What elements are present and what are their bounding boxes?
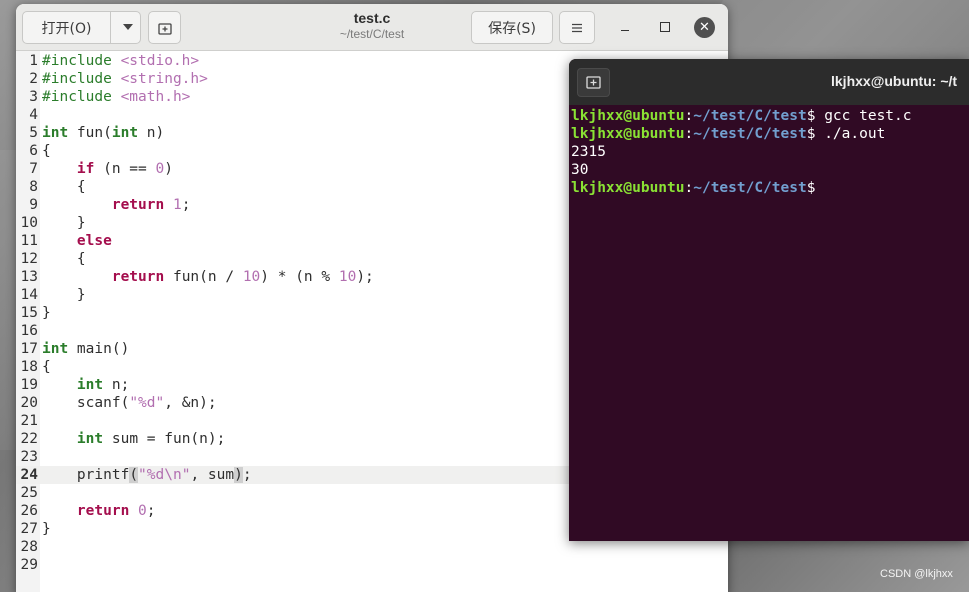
command-text: $ <box>806 180 825 196</box>
line-number: 8 <box>29 179 38 195</box>
window-title: test.c ~/test/C/test <box>266 10 478 41</box>
code-text: else <box>76 233 112 249</box>
line-number: 20 <box>20 395 38 411</box>
new-tab-icon <box>586 76 601 89</box>
line-number: 23 <box>20 449 38 465</box>
line-number: 16 <box>20 323 38 339</box>
new-tab-button[interactable] <box>148 11 181 44</box>
line-number: 10 <box>20 215 38 231</box>
code-text: int n; <box>76 377 130 393</box>
prompt-separator: : <box>684 180 694 196</box>
code-text: return fun(n / 10) * (n % 10); <box>111 269 374 285</box>
line-number: 1 <box>29 53 38 69</box>
line-number: 6 <box>29 143 38 159</box>
code-text: #include <math.h> <box>42 89 191 105</box>
minimize-icon[interactable] <box>616 18 634 36</box>
code-text: int main() <box>42 341 130 357</box>
new-tab-icon <box>157 22 172 35</box>
line-number: 26 <box>20 503 38 519</box>
terminal-headerbar: lkjhxx@ubuntu: ~/t <box>569 59 969 105</box>
prompt-user: lkjhxx@ubuntu <box>571 108 685 124</box>
prompt-separator: : <box>684 108 694 124</box>
line-number: 7 <box>29 161 38 177</box>
terminal-line: lkjhxx@ubuntu:~/test/C/test$ gcc test.c <box>571 107 969 125</box>
line-number: 11 <box>20 233 38 249</box>
terminal-line: 30 <box>571 162 589 178</box>
code-text: if (n == 0) <box>76 161 173 177</box>
prompt-user: lkjhxx@ubuntu <box>571 180 685 196</box>
code-text: int sum = fun(n); <box>76 431 226 447</box>
code-text: } <box>42 215 86 231</box>
line-number: 21 <box>20 413 38 429</box>
save-button[interactable]: 保存(S) <box>471 11 553 44</box>
code-text: return 0; <box>76 503 156 519</box>
open-button-label: 打开(O) <box>41 20 92 37</box>
line-number: 18 <box>20 359 38 375</box>
command-text: $ gcc test.c <box>806 108 912 124</box>
code-text: int fun(int n) <box>42 125 165 141</box>
terminal-output[interactable]: lkjhxx@ubuntu:~/test/C/test$ gcc test.c l… <box>571 107 969 197</box>
code-text: { <box>42 143 51 159</box>
gedit-headerbar: 打开(O) test.c ~/test/C/test 保存(S) ✕ <box>16 4 728 51</box>
line-number: 9 <box>29 197 38 213</box>
line-number: 14 <box>20 287 38 303</box>
line-number: 5 <box>29 125 38 141</box>
line-number: 22 <box>20 431 38 447</box>
line-number: 12 <box>20 251 38 267</box>
line-number: 29 <box>20 557 38 573</box>
line-number: 4 <box>29 107 38 123</box>
prompt-path: ~/test/C/test <box>693 126 807 142</box>
line-number: 13 <box>20 269 38 285</box>
hamburger-menu-button[interactable] <box>559 11 595 44</box>
terminal-window[interactable]: lkjhxx@ubuntu: ~/t lkjhxx@ubuntu:~/test/… <box>569 59 969 541</box>
document-path: ~/test/C/test <box>339 27 405 41</box>
open-button-divider <box>110 12 111 43</box>
code-text: { <box>42 179 86 195</box>
command-text: $ ./a.out <box>806 126 886 142</box>
code-text: #include <stdio.h> <box>42 53 200 69</box>
code-text: } <box>42 287 86 303</box>
hamburger-icon <box>572 23 582 32</box>
terminal-title: lkjhxx@ubuntu: ~/t <box>831 73 958 89</box>
line-number: 17 <box>20 341 38 357</box>
terminal-new-tab-button[interactable] <box>577 68 610 97</box>
code-text: scanf("%d", &n); <box>42 395 217 411</box>
code-text: { <box>42 359 51 375</box>
chevron-down-icon[interactable] <box>123 24 133 30</box>
watermark: CSDN @lkjhxx <box>880 568 953 580</box>
line-number: 24 <box>20 467 38 483</box>
code-text: #include <string.h> <box>42 71 208 87</box>
document-name: test.c <box>353 10 391 26</box>
line-number: 15 <box>20 305 38 321</box>
line-number: 2 <box>29 71 38 87</box>
code-text: } <box>42 521 51 537</box>
save-button-label: 保存(S) <box>488 20 536 37</box>
code-text: printf("%d\n", sum); <box>42 467 252 483</box>
terminal-line: lkjhxx@ubuntu:~/test/C/test$ ./a.out <box>571 125 969 143</box>
close-icon[interactable]: ✕ <box>694 17 715 38</box>
code-text: { <box>42 251 86 267</box>
line-number: 28 <box>20 539 38 555</box>
code-line[interactable]: 29 <box>16 556 728 574</box>
prompt-path: ~/test/C/test <box>693 108 807 124</box>
prompt-separator: : <box>684 126 694 142</box>
code-text: } <box>42 305 51 321</box>
code-text: return 1; <box>111 197 191 213</box>
prompt-user: lkjhxx@ubuntu <box>571 126 685 142</box>
terminal-line: lkjhxx@ubuntu:~/test/C/test$ <box>571 179 969 197</box>
prompt-path: ~/test/C/test <box>693 180 807 196</box>
line-number: 27 <box>20 521 38 537</box>
line-number: 19 <box>20 377 38 393</box>
terminal-line: 2315 <box>571 144 606 160</box>
open-button[interactable]: 打开(O) <box>22 11 141 44</box>
maximize-icon[interactable] <box>656 18 674 36</box>
line-number: 25 <box>20 485 38 501</box>
line-number: 3 <box>29 89 38 105</box>
